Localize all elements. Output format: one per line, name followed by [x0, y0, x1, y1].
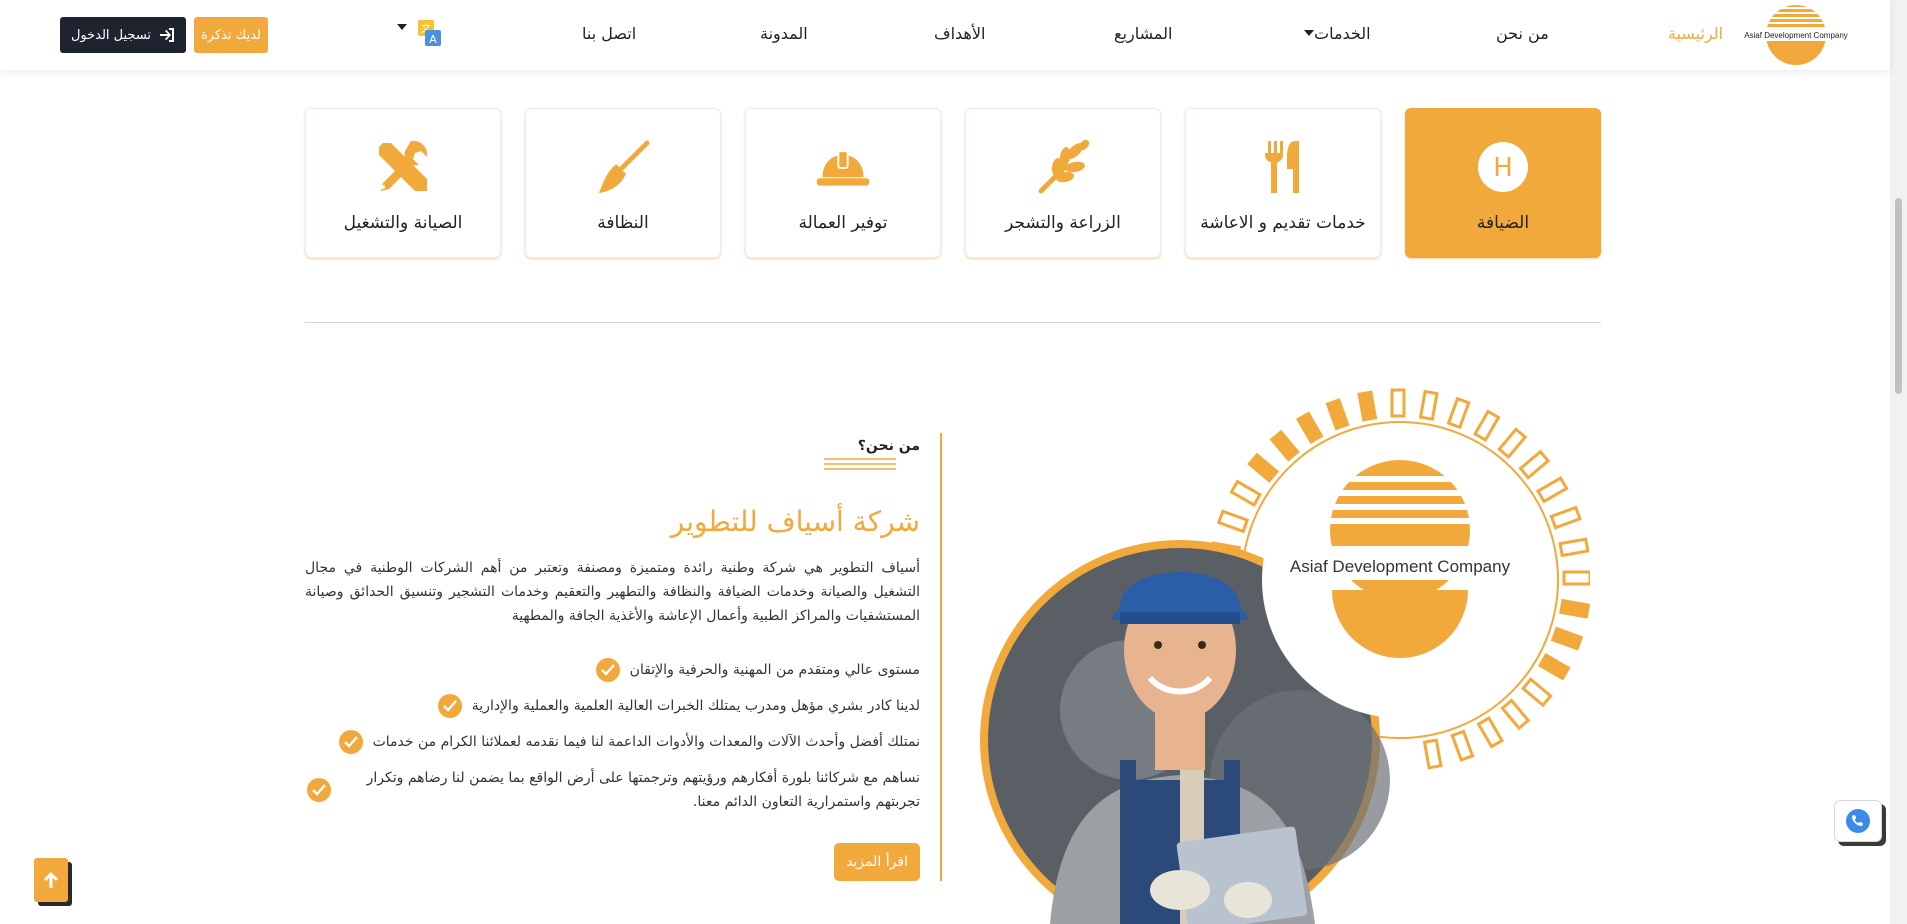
about-description: أسياف التطوير هي شركة وطنية رائدة ومتميز… — [305, 560, 920, 624]
feature-item: نمتلك أفضل وأحدث الآلات والمعدات والأدوا… — [338, 730, 920, 754]
about-title: شركة أسياف للتطوير — [670, 505, 920, 538]
phone-icon — [1846, 809, 1870, 833]
service-label: الصيانة والتشغيل — [343, 213, 463, 233]
service-card-agriculture[interactable]: الزراعة والتشجر — [965, 108, 1161, 258]
about-vertical-line — [940, 433, 942, 881]
read-more-button[interactable]: اقرأ المزيد — [834, 843, 920, 881]
scrollbar-thumb[interactable] — [1895, 198, 1902, 394]
section-divider — [305, 322, 1601, 323]
nav-blog[interactable]: المدونة — [760, 24, 808, 43]
broom-icon — [595, 139, 651, 195]
chevron-down-icon — [1304, 29, 1314, 36]
service-label: خدمات تقديم و الاعاشة — [1200, 213, 1366, 233]
check-icon — [338, 730, 363, 754]
check-icon — [437, 694, 462, 718]
service-card-manpower[interactable]: توفير العمالة — [745, 108, 941, 258]
scroll-to-top-button[interactable] — [34, 858, 68, 902]
cutlery-icon — [1255, 139, 1311, 195]
hard-hat-icon — [815, 139, 871, 195]
service-label: توفير العمالة — [798, 213, 888, 233]
nav-about[interactable]: من نحن — [1496, 24, 1549, 43]
feature-text: نساهم مع شركائنا بلورة أفكارهم ورؤيتهم و… — [366, 770, 920, 810]
feature-item: لدينا كادر بشري مؤهل ومدرب يمتلك الخبرات… — [437, 694, 920, 718]
about-hero-illustration: Asiaf Development Company — [980, 388, 1590, 924]
service-card-catering[interactable]: خدمات تقديم و الاعاشة — [1185, 108, 1381, 258]
logo-text: Asiaf Development Company — [1744, 31, 1848, 40]
read-more-label: اقرأ المزيد — [846, 854, 908, 870]
language-switcher[interactable]: 文 A — [392, 18, 452, 50]
nav-goals[interactable]: الأهداف — [934, 24, 985, 43]
feature-text: نمتلك أفضل وأحدث الآلات والمعدات والأدوا… — [372, 734, 920, 750]
sign-in-icon — [160, 28, 175, 42]
about-subtitle: من نحن؟ — [857, 438, 920, 454]
nav-contact[interactable]: اتصل بنا — [582, 24, 636, 43]
service-label: الضيافة — [1476, 213, 1530, 233]
top-navbar: Asiaf Development Company الرئيسية من نح… — [0, 0, 1890, 70]
svg-text:A: A — [429, 33, 437, 46]
login-button-label: تسجيل الدخول — [70, 27, 152, 43]
nav-projects[interactable]: المشاريع — [1114, 24, 1172, 43]
feature-text: مستوى عالي ومتقدم من المهنية والحرفية وا… — [629, 662, 920, 678]
service-card-cleaning[interactable]: النظافة — [525, 108, 721, 258]
badge-text: Asiaf Development Company — [1290, 557, 1511, 576]
wheat-icon — [1035, 139, 1091, 195]
feature-text: لدينا كادر بشري مؤهل ومدرب يمتلك الخبرات… — [471, 698, 920, 714]
translate-icon: 文 A — [397, 20, 441, 46]
login-button[interactable]: تسجيل الدخول — [60, 17, 186, 53]
nav-services-label: الخدمات — [1314, 24, 1371, 43]
service-label: النظافة — [597, 213, 649, 233]
feature-item: مستوى عالي ومتقدم من المهنية والحرفية وا… — [595, 658, 920, 682]
feature-item: نساهم مع شركائنا بلورة أفكارهم ورؤيتهم و… — [307, 766, 920, 814]
ticket-button-label: لديك تذكرة — [200, 27, 262, 43]
ticket-button[interactable]: لديك تذكرة — [194, 17, 268, 53]
title-underline — [824, 458, 896, 470]
service-card-maintenance[interactable]: الصيانة والتشغيل — [305, 108, 501, 258]
nav-home[interactable]: الرئيسية — [1668, 24, 1723, 43]
svg-text:H: H — [1493, 153, 1513, 183]
tools-icon — [375, 139, 431, 195]
check-icon — [307, 778, 331, 802]
service-label: الزراعة والتشجر — [1005, 213, 1121, 233]
arrow-up-icon — [44, 872, 58, 888]
check-icon — [595, 658, 620, 682]
hotel-icon: H — [1475, 139, 1531, 195]
company-logo[interactable]: Asiaf Development Company — [1742, 5, 1850, 67]
nav-services[interactable]: الخدمات — [1300, 24, 1371, 43]
page-scrollbar[interactable] — [1890, 0, 1907, 924]
service-card-hospitality[interactable]: H الضيافة — [1405, 108, 1601, 258]
call-button[interactable] — [1834, 800, 1882, 842]
